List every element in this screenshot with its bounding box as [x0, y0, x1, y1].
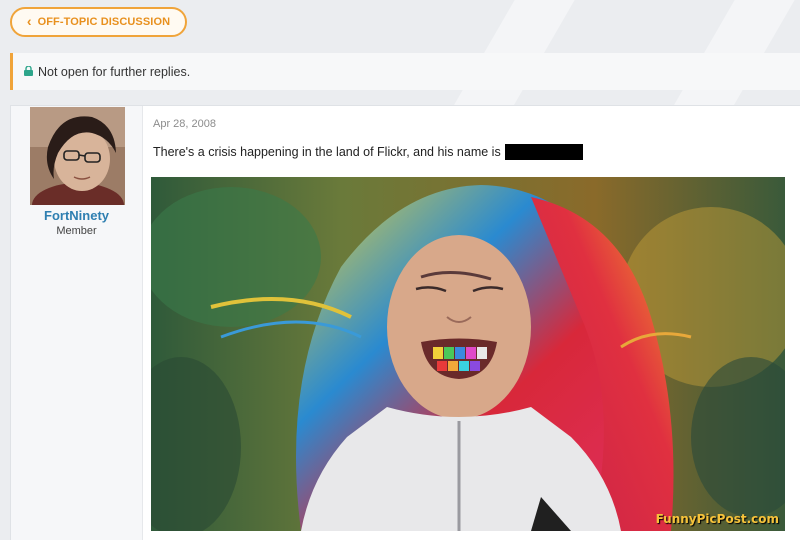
post-author-title: Member — [56, 225, 97, 237]
back-button-label: OFF-TOPIC DISCUSSION — [37, 16, 171, 28]
notice-text: Not open for further replies. — [38, 64, 191, 79]
post-date[interactable]: Apr 28, 2008 — [153, 118, 216, 130]
post-image[interactable]: FunnyPicPost.com — [151, 177, 785, 531]
forum-page: ‹ OFF-TOPIC DISCUSSION Not open for furt… — [0, 0, 800, 540]
watermark: FunnyPicPost.com — [655, 512, 779, 526]
chevron-left-icon: ‹ — [26, 13, 32, 29]
forum-post: FortNinety Member Apr 28, 2008 There's a… — [10, 105, 800, 540]
back-to-forum-button[interactable]: ‹ OFF-TOPIC DISCUSSION — [10, 7, 187, 37]
avatar[interactable] — [30, 107, 125, 205]
post-text: There's a crisis happening in the land o… — [153, 145, 501, 159]
post-user-cell: FortNinety Member — [11, 106, 143, 540]
lock-icon — [24, 65, 33, 76]
post-author[interactable]: FortNinety — [11, 208, 142, 223]
post-body: There's a crisis happening in the land o… — [153, 144, 583, 160]
redaction-bar — [504, 144, 583, 160]
thread-locked-notice: Not open for further replies. — [10, 53, 800, 90]
